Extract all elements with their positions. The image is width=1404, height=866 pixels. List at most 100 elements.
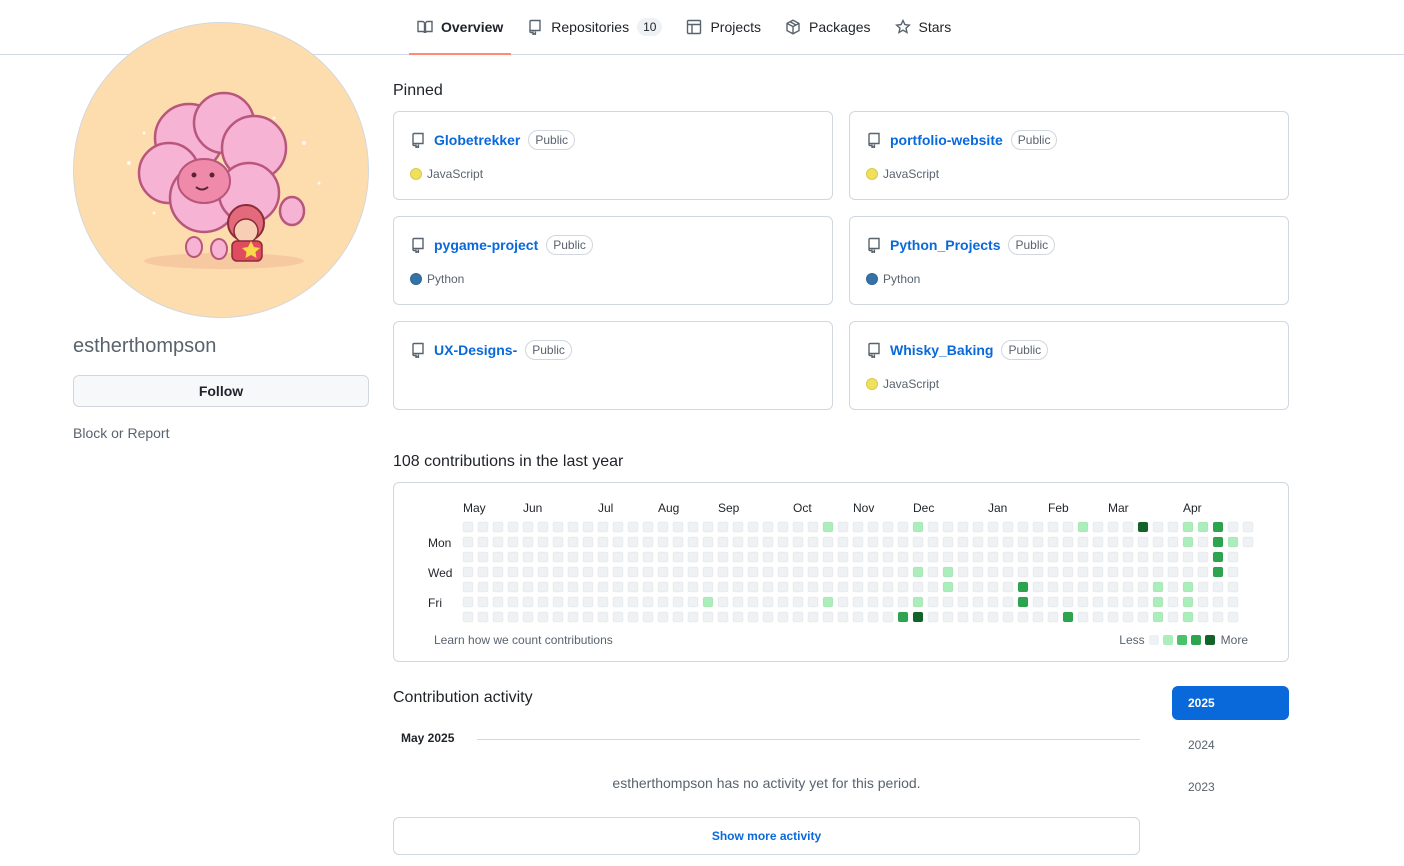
year-button-2025[interactable]: 2025 (1172, 686, 1289, 720)
contribution-day-cell[interactable] (1137, 596, 1149, 608)
contribution-day-cell[interactable] (1032, 566, 1044, 578)
contribution-day-cell[interactable] (552, 581, 564, 593)
contribution-day-cell[interactable] (612, 581, 624, 593)
contribution-day-cell[interactable] (897, 551, 909, 563)
contribution-day-cell[interactable] (627, 551, 639, 563)
contribution-day-cell[interactable] (522, 611, 534, 623)
contribution-day-cell[interactable] (927, 551, 939, 563)
contribution-day-cell[interactable] (1077, 521, 1089, 533)
contribution-day-cell[interactable] (1167, 566, 1179, 578)
contribution-day-cell[interactable] (777, 581, 789, 593)
contribution-day-cell[interactable] (1017, 581, 1029, 593)
contribution-day-cell[interactable] (627, 566, 639, 578)
contribution-day-cell[interactable] (1227, 521, 1239, 533)
contribution-day-cell[interactable] (1167, 551, 1179, 563)
contribution-day-cell[interactable] (657, 536, 669, 548)
contribution-day-cell[interactable] (627, 581, 639, 593)
contribution-day-cell[interactable] (912, 521, 924, 533)
contribution-day-cell[interactable] (957, 536, 969, 548)
contribution-day-cell[interactable] (1182, 551, 1194, 563)
contribution-day-cell[interactable] (1182, 521, 1194, 533)
contribution-day-cell[interactable] (1167, 596, 1179, 608)
contribution-day-cell[interactable] (1062, 596, 1074, 608)
contribution-day-cell[interactable] (1137, 611, 1149, 623)
contribution-day-cell[interactable] (897, 566, 909, 578)
contribution-day-cell[interactable] (852, 566, 864, 578)
contribution-day-cell[interactable] (627, 596, 639, 608)
contribution-day-cell[interactable] (1062, 581, 1074, 593)
contribution-day-cell[interactable] (957, 596, 969, 608)
contribution-day-cell[interactable] (732, 581, 744, 593)
contribution-day-cell[interactable] (642, 551, 654, 563)
contribution-day-cell[interactable] (1077, 611, 1089, 623)
contribution-day-cell[interactable] (657, 581, 669, 593)
contribution-day-cell[interactable] (807, 566, 819, 578)
contribution-day-cell[interactable] (882, 536, 894, 548)
contribution-day-cell[interactable] (522, 551, 534, 563)
contribution-day-cell[interactable] (1212, 551, 1224, 563)
contribution-day-cell[interactable] (867, 521, 879, 533)
contribution-day-cell[interactable] (912, 551, 924, 563)
contribution-day-cell[interactable] (597, 596, 609, 608)
contribution-day-cell[interactable] (1062, 551, 1074, 563)
contribution-day-cell[interactable] (717, 566, 729, 578)
contribution-day-cell[interactable] (1227, 536, 1239, 548)
contribution-day-cell[interactable] (1032, 611, 1044, 623)
contribution-day-cell[interactable] (912, 611, 924, 623)
contribution-day-cell[interactable] (1137, 521, 1149, 533)
contribution-day-cell[interactable] (1152, 521, 1164, 533)
pinned-repo-link[interactable]: Python_Projects (890, 237, 1000, 253)
contribution-day-cell[interactable] (1017, 611, 1029, 623)
contribution-day-cell[interactable] (1167, 521, 1179, 533)
contribution-day-cell[interactable] (672, 521, 684, 533)
contribution-day-cell[interactable] (837, 551, 849, 563)
contribution-day-cell[interactable] (1092, 581, 1104, 593)
contribution-day-cell[interactable] (507, 566, 519, 578)
contribution-day-cell[interactable] (702, 521, 714, 533)
contribution-day-cell[interactable] (492, 551, 504, 563)
contribution-day-cell[interactable] (1017, 566, 1029, 578)
contribution-day-cell[interactable] (1197, 536, 1209, 548)
pinned-repo-link[interactable]: pygame-project (434, 237, 538, 253)
tab-repositories[interactable]: Repositories 10 (519, 0, 670, 54)
contribution-day-cell[interactable] (462, 536, 474, 548)
contribution-day-cell[interactable] (597, 581, 609, 593)
contribution-day-cell[interactable] (912, 581, 924, 593)
contribution-day-cell[interactable] (627, 536, 639, 548)
contribution-day-cell[interactable] (1002, 521, 1014, 533)
contribution-day-cell[interactable] (1227, 581, 1239, 593)
contribution-day-cell[interactable] (1152, 566, 1164, 578)
contribution-day-cell[interactable] (747, 596, 759, 608)
contribution-day-cell[interactable] (1227, 551, 1239, 563)
contribution-day-cell[interactable] (1182, 581, 1194, 593)
contribution-day-cell[interactable] (897, 596, 909, 608)
contribution-day-cell[interactable] (777, 551, 789, 563)
contribution-day-cell[interactable] (822, 536, 834, 548)
pinned-repo-link[interactable]: Globetrekker (434, 132, 520, 148)
contribution-day-cell[interactable] (762, 536, 774, 548)
contribution-day-cell[interactable] (1122, 596, 1134, 608)
contribution-day-cell[interactable] (882, 521, 894, 533)
contribution-day-cell[interactable] (627, 521, 639, 533)
contribution-day-cell[interactable] (612, 521, 624, 533)
contribution-day-cell[interactable] (612, 551, 624, 563)
contribution-day-cell[interactable] (597, 611, 609, 623)
contribution-day-cell[interactable] (762, 521, 774, 533)
contribution-day-cell[interactable] (852, 596, 864, 608)
contribution-day-cell[interactable] (762, 596, 774, 608)
contribution-day-cell[interactable] (492, 566, 504, 578)
contribution-day-cell[interactable] (1122, 566, 1134, 578)
contribution-day-cell[interactable] (987, 611, 999, 623)
contribution-day-cell[interactable] (672, 611, 684, 623)
contribution-day-cell[interactable] (1212, 566, 1224, 578)
contribution-day-cell[interactable] (477, 536, 489, 548)
contribution-day-cell[interactable] (957, 566, 969, 578)
contribution-day-cell[interactable] (792, 566, 804, 578)
contribution-day-cell[interactable] (942, 536, 954, 548)
block-or-report-link[interactable]: Block or Report (73, 425, 169, 441)
contribution-day-cell[interactable] (1212, 521, 1224, 533)
contribution-day-cell[interactable] (612, 536, 624, 548)
tab-stars[interactable]: Stars (887, 0, 960, 54)
contribution-day-cell[interactable] (1107, 551, 1119, 563)
contribution-day-cell[interactable] (1032, 551, 1044, 563)
